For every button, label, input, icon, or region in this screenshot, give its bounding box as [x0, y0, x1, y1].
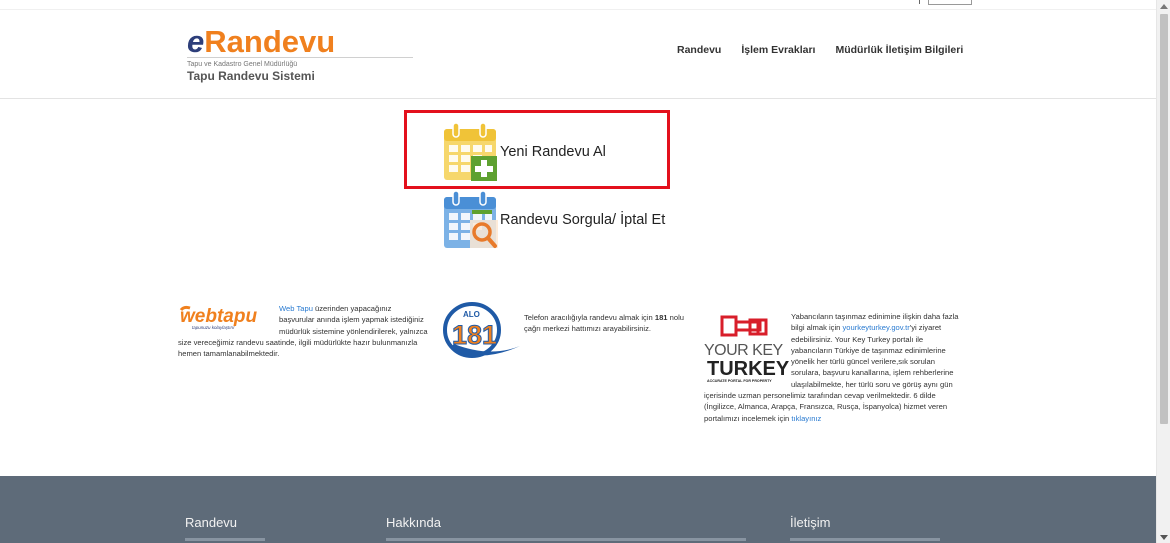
- yourkey-info: YOUR KEY TURKEY ACCURATE PORTAL FOR PROP…: [704, 311, 962, 424]
- scroll-down-arrow-icon[interactable]: [1160, 535, 1168, 540]
- new-appointment-label: Yeni Randevu Al: [500, 144, 606, 160]
- top-search-box[interactable]: [928, 0, 972, 5]
- webtapu-logo[interactable]: webtapu tapunuzu kolaylaştırır: [178, 304, 276, 330]
- footer-text-cut: [386, 538, 746, 541]
- nav-randevu[interactable]: Randevu: [677, 44, 721, 56]
- vertical-scrollbar[interactable]: [1156, 0, 1170, 543]
- new-appointment-button[interactable]: Yeni Randevu Al: [442, 122, 606, 182]
- footer-contact-cut: [790, 538, 940, 541]
- footer-heading-hakkinda: Hakkında: [386, 515, 441, 530]
- webtapu-info: webtapu tapunuzu kolaylaştırır Web Tapu …: [178, 303, 428, 359]
- alo181-logo: ALO 181: [443, 302, 520, 358]
- logo-subtitle: Tapu ve Kadastro Genel Müdürlüğü: [187, 61, 298, 68]
- yourkey-logo-tagline: ACCURATE PORTAL FOR PROPERTY: [707, 379, 772, 383]
- nav-islem-evraklari[interactable]: İşlem Evrakları: [741, 44, 815, 56]
- logo-system-name: Tapu Randevu Sistemi: [187, 69, 315, 83]
- page: eRandevu Tapu ve Kadastro Genel Müdürlüğ…: [0, 0, 1170, 543]
- yourkey-site-link[interactable]: yourkeyturkey.gov.tr: [843, 323, 910, 332]
- alo181-logo-number: 181: [452, 320, 497, 350]
- main-nav: Randevu İşlem Evrakları Müdürlük İletişi…: [677, 44, 963, 56]
- calendar-search-icon: [444, 190, 498, 248]
- scroll-up-arrow-icon[interactable]: [1160, 4, 1168, 9]
- footer-link-cut: [185, 538, 265, 541]
- alo181-info: ALO 181 Telefon aracılığıyla randevu alm…: [440, 300, 695, 362]
- webtapu-logo-web: webtapu: [180, 306, 257, 327]
- yourkey-logo-line2: TURKEY: [707, 358, 790, 380]
- logo-brand: eRandevu: [187, 24, 336, 59]
- alo181-logo-alo: ALO: [463, 310, 480, 319]
- erandevu-logo[interactable]: eRandevu Tapu ve Kadastro Genel Müdürlüğ…: [187, 26, 415, 83]
- yourkey-logo[interactable]: YOUR KEY TURKEY ACCURATE PORTAL FOR PROP…: [704, 311, 790, 389]
- webtapu-link[interactable]: Web Tapu: [279, 304, 313, 313]
- yourkey-logo-line1: YOUR KEY: [704, 342, 784, 359]
- footer-heading-iletisim: İletişim: [790, 515, 831, 530]
- query-appointment-label: Randevu Sorgula/ İptal Et: [500, 212, 666, 228]
- query-appointment-button[interactable]: Randevu Sorgula/ İptal Et: [442, 190, 665, 250]
- yourkey-click-link[interactable]: tıklayınız: [791, 414, 821, 423]
- top-divider: [919, 0, 920, 4]
- site-header: eRandevu Tapu ve Kadastro Genel Müdürlüğ…: [0, 11, 1156, 99]
- nav-mudurluk-iletisim[interactable]: Müdürlük İletişim Bilgileri: [835, 44, 963, 56]
- scroll-thumb[interactable]: [1160, 14, 1168, 424]
- logo-rule: [187, 57, 413, 58]
- alo181-number: 181: [654, 313, 668, 322]
- top-strip: [0, 0, 1156, 10]
- footer-heading-randevu: Randevu: [185, 515, 238, 530]
- site-footer: Randevu Hakkında İletişim: [0, 476, 1156, 543]
- webtapu-logo-tagline: tapunuzu kolaylaştırır: [192, 325, 235, 330]
- calendar-plus-icon: [444, 122, 497, 181]
